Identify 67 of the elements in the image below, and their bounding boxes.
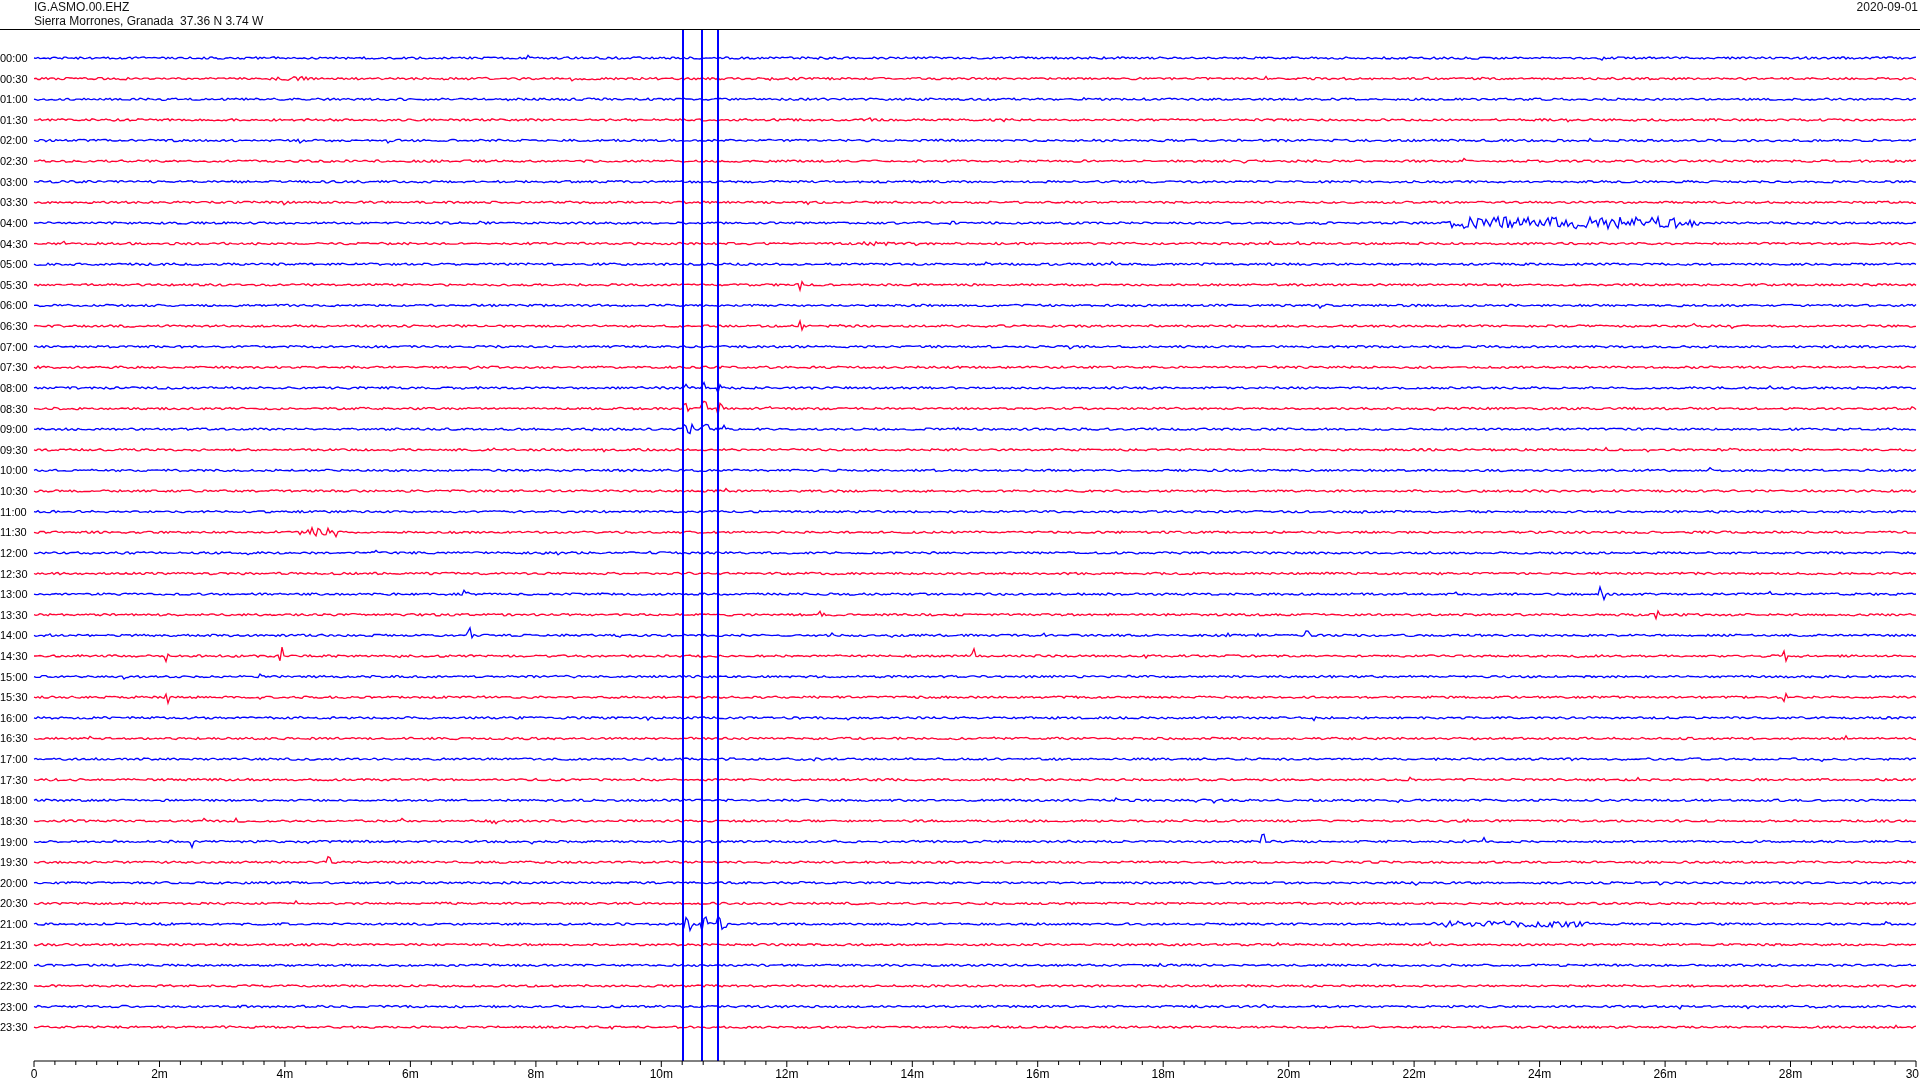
axis-tick-label: 28m xyxy=(1778,1067,1803,1079)
hour-label: 10:30 xyxy=(0,485,28,497)
hour-label: 16:30 xyxy=(0,732,28,745)
axis-tick-label: 0 xyxy=(30,1067,38,1079)
hour-label: 12:30 xyxy=(0,567,28,580)
hour-label: 06:30 xyxy=(0,320,28,333)
hour-label: 14:30 xyxy=(0,650,28,662)
hour-label: 17:00 xyxy=(0,753,28,766)
hour-label: 19:30 xyxy=(0,856,28,869)
hour-label: 09:30 xyxy=(0,443,28,456)
axis-tick-label: 18m xyxy=(1151,1067,1175,1079)
hour-label: 02:00 xyxy=(0,134,28,147)
hour-label: 23:00 xyxy=(0,1000,28,1013)
hour-label: 01:00 xyxy=(0,93,28,106)
hour-label: 22:30 xyxy=(0,979,28,992)
hour-label: 01:30 xyxy=(0,113,28,126)
hour-label: 03:30 xyxy=(0,196,28,209)
hour-label: 06:00 xyxy=(0,299,28,312)
axis-tick-label: 8m xyxy=(527,1067,545,1079)
hour-label: 08:00 xyxy=(0,381,28,394)
axis-tick-label: 10m xyxy=(649,1067,673,1079)
hour-label: 18:00 xyxy=(0,794,28,807)
hour-label: 15:30 xyxy=(0,691,28,704)
axis-tick-label: 12m xyxy=(775,1067,799,1079)
hour-label: 11:00 xyxy=(0,505,27,518)
axis-tick-label: 24m xyxy=(1527,1067,1552,1079)
hour-label: 20:30 xyxy=(0,897,28,910)
hour-label: 15:00 xyxy=(0,670,28,683)
hour-label: 13:30 xyxy=(0,608,28,621)
hour-label: 13:00 xyxy=(0,588,28,601)
hour-label: 04:30 xyxy=(0,237,28,250)
hour-label: 00:00 xyxy=(0,52,28,64)
hour-label: 00:30 xyxy=(0,72,28,85)
record-date: 2020-09-01 xyxy=(1856,0,1919,16)
hour-label: 10:00 xyxy=(0,464,28,477)
axis-tick-label: 20m xyxy=(1277,1067,1301,1079)
hour-label: 11:30 xyxy=(0,526,27,539)
hour-label: 21:30 xyxy=(0,938,28,951)
hour-label: 04:00 xyxy=(0,216,28,229)
hour-label: 23:30 xyxy=(0,1021,28,1034)
hour-label: 22:00 xyxy=(0,959,28,972)
hour-label: 18:30 xyxy=(0,814,28,827)
hour-label: 05:00 xyxy=(0,258,28,271)
station-location: Sierra Morrones, Granada 37.36 N 3.74 W xyxy=(34,14,264,28)
hour-label: 20:00 xyxy=(0,876,28,889)
hour-label: 02:30 xyxy=(0,155,28,168)
hour-label: 07:00 xyxy=(0,340,28,353)
axis-tick-label: 4m xyxy=(276,1067,294,1079)
hour-label: 09:00 xyxy=(0,423,28,436)
axis-tick-label: 30 xyxy=(1905,1067,1919,1079)
axis-tick-label: 16m xyxy=(1026,1067,1050,1079)
hour-label: 07:30 xyxy=(0,361,28,374)
hour-label: 05:30 xyxy=(0,278,28,291)
hour-label: 19:00 xyxy=(0,835,28,848)
hour-label: 21:00 xyxy=(0,918,28,931)
hour-label: 14:00 xyxy=(0,629,28,642)
axis-tick-label: 14m xyxy=(900,1067,924,1079)
hour-label: 17:30 xyxy=(0,773,28,786)
station-code: IG.ASMO.00.EHZ xyxy=(34,0,131,14)
hour-label: 03:00 xyxy=(0,175,28,188)
axis-tick-label: 2m xyxy=(151,1067,168,1079)
axis-tick-label: 22m xyxy=(1402,1067,1426,1079)
axis-tick-label: 26m xyxy=(1653,1067,1677,1079)
hour-label: 16:00 xyxy=(0,711,28,724)
hour-label: 08:30 xyxy=(0,402,28,415)
axis-tick-label: 6m xyxy=(402,1067,419,1079)
hour-label: 12:00 xyxy=(0,546,28,559)
